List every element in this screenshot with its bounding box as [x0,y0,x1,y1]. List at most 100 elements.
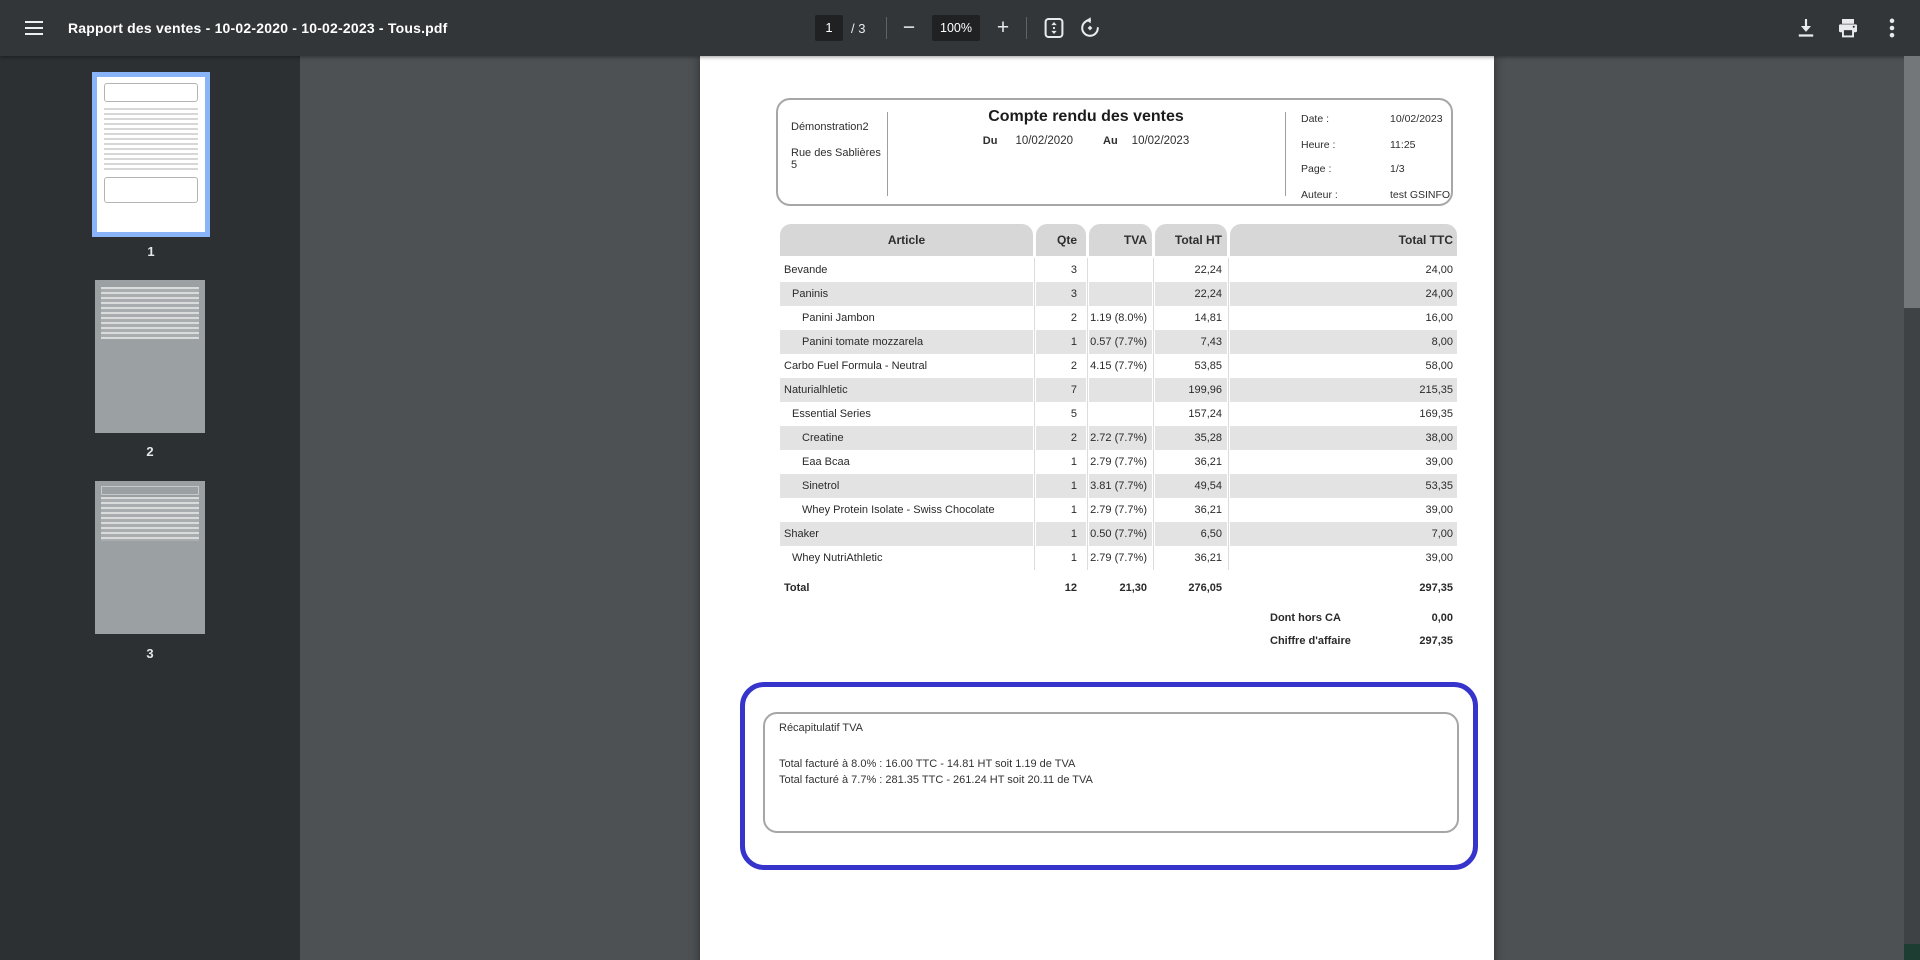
tva-cell: 3.81 (7.7%) [1089,474,1152,498]
qte-cell: 1 [1036,450,1086,474]
ttc-cell: 58,00 [1230,354,1457,378]
article-cell: Whey NutriAthletic [780,546,1033,570]
zoom-level-input[interactable]: 100% [932,15,980,41]
zoom-in-button[interactable]: + [988,14,1018,42]
tva-cell: 1.19 (8.0%) [1089,306,1152,330]
meta-label: Auteur : [1301,189,1390,201]
thumbnail-page-3[interactable] [95,481,205,634]
article-cell: Panini tomate mozzarela [780,330,1033,354]
table-total-row: Total 12 21,30 276,05 297,35 [780,578,1457,598]
table-row: Whey NutriAthletic12.79 (7.7%)36,2139,00 [780,546,1457,570]
thumbnail-decoration [101,497,199,541]
tva-cell: 2.79 (7.7%) [1089,498,1152,522]
download-button[interactable] [1794,16,1818,40]
table-row: Essential Series5157,24169,35 [780,402,1457,426]
fit-to-page-icon [1042,16,1066,40]
article-cell: Whey Protein Isolate - Swiss Chocolate [780,498,1033,522]
qte-cell: 1 [1036,474,1086,498]
thumbnail-page-2[interactable] [95,280,205,433]
total-qte: 12 [1036,578,1086,598]
ht-cell: 36,21 [1155,498,1227,522]
summary-value: 0,00 [1432,612,1457,624]
thumbnail-decoration [101,486,199,495]
qte-cell: 2 [1036,354,1086,378]
ttc-cell: 39,00 [1230,498,1457,522]
column-header-total-ht: Total HT [1155,224,1227,256]
tva-cell: 0.57 (7.7%) [1089,330,1152,354]
ttc-cell: 24,00 [1230,282,1457,306]
zoom-out-button[interactable]: − [894,14,924,42]
meta-value: 11:25 [1390,139,1451,151]
rotate-button[interactable] [1078,16,1102,40]
total-label: Total [780,578,1033,598]
tva-recap-line: Total facturé à 7.7% : 281.35 TTC - 261.… [779,772,1093,788]
tva-cell: 2.79 (7.7%) [1089,450,1152,474]
meta-value: 1/3 [1390,163,1451,175]
ht-cell: 22,24 [1155,282,1227,306]
table-row: Sinetrol13.81 (7.7%)49,5453,35 [780,474,1457,498]
period-to-label: Au [1103,135,1118,147]
vertical-scrollbar[interactable] [1904,56,1920,960]
summary-label: Dont hors CA [1270,612,1432,624]
table-row: Carbo Fuel Formula - Neutral24.15 (7.7%)… [780,354,1457,378]
table-row: Eaa Bcaa12.79 (7.7%)36,2139,00 [780,450,1457,474]
ttc-cell: 7,00 [1230,522,1457,546]
hamburger-menu-icon [24,20,44,36]
page-count-label: / 3 [851,0,865,56]
ht-cell: 36,21 [1155,450,1227,474]
report-title-block: Compte rendu des ventes Du10/02/2020Au10… [887,100,1285,147]
meta-row: Page :1/3 [1301,160,1451,177]
download-icon [1794,16,1818,40]
qte-cell: 2 [1036,426,1086,450]
column-header-tva: TVA [1089,224,1152,256]
meta-row: Date :10/02/2023 [1301,110,1451,127]
article-cell: Carbo Fuel Formula - Neutral [780,354,1033,378]
page-number-input[interactable]: 1 [815,15,843,41]
article-cell: Bevande [780,258,1033,282]
qte-cell: 5 [1036,402,1086,426]
ht-cell: 22,24 [1155,258,1227,282]
thumbnail-page-number: 2 [91,444,209,459]
viewer-canvas[interactable]: Démonstration2 Rue des Sablières 5 Compt… [300,56,1904,960]
more-options-button[interactable] [1880,16,1904,40]
table-row: Creatine22.72 (7.7%)35,2838,00 [780,426,1457,450]
menu-button[interactable] [16,13,52,43]
article-cell: Paninis [780,282,1033,306]
ht-cell: 35,28 [1155,426,1227,450]
meta-label: Heure : [1301,139,1390,151]
meta-label: Date : [1301,113,1390,125]
document-title: Rapport des ventes - 10-02-2020 - 10-02-… [68,0,448,56]
thumbnail-decoration [101,287,199,339]
fit-to-page-button[interactable] [1042,16,1066,40]
table-row: Panini Jambon21.19 (8.0%)14,8116,00 [780,306,1457,330]
thumbnail-decoration [104,177,198,203]
tva-cell: 4.15 (7.7%) [1089,354,1152,378]
company-address: Rue des Sablières 5 [791,147,887,171]
article-cell: Shaker [780,522,1033,546]
summary-row: Dont hors CA0,00 [780,606,1457,629]
article-cell: Creatine [780,426,1033,450]
scrollbar-thumb[interactable] [1904,56,1920,308]
print-icon [1836,16,1860,40]
ttc-cell: 53,35 [1230,474,1457,498]
ttc-cell: 169,35 [1230,402,1457,426]
thumbnail-page-1[interactable] [92,72,210,237]
meta-row: Heure :11:25 [1301,136,1451,153]
qte-cell: 1 [1036,522,1086,546]
ht-cell: 157,24 [1155,402,1227,426]
tva-recap-line: Total facturé à 8.0% : 16.00 TTC - 14.81… [779,756,1093,772]
tva-cell [1089,402,1152,426]
total-tva: 21,30 [1089,578,1152,598]
ttc-cell: 39,00 [1230,450,1457,474]
ttc-cell: 24,00 [1230,258,1457,282]
rotate-counterclockwise-icon [1078,16,1102,40]
report-header-box: Démonstration2 Rue des Sablières 5 Compt… [776,98,1453,206]
tva-cell: 2.79 (7.7%) [1089,546,1152,570]
print-button[interactable] [1836,16,1860,40]
thumbnail-decoration [104,108,198,170]
pdf-toolbar: Rapport des ventes - 10-02-2020 - 10-02-… [0,0,1920,56]
ttc-cell: 16,00 [1230,306,1457,330]
tva-recap-title: Récapitulatif TVA [779,722,863,734]
meta-row: Auteur :test GSINFO [1301,186,1451,203]
report-title: Compte rendu des ventes [887,108,1285,126]
